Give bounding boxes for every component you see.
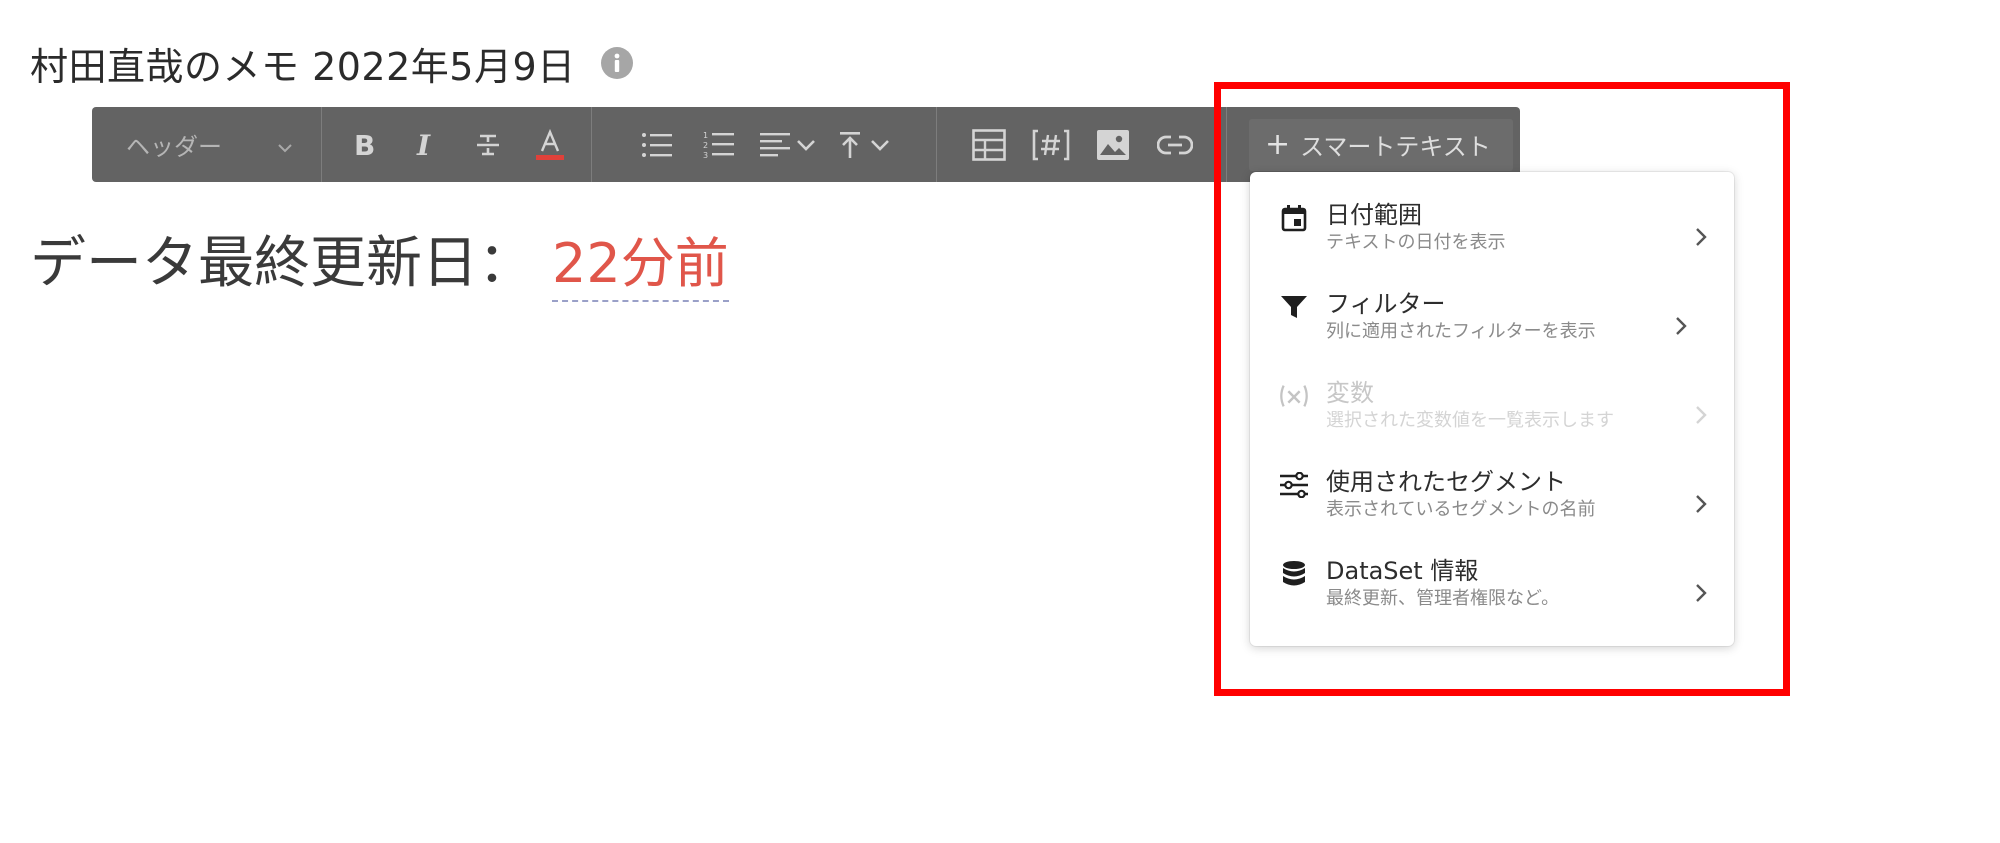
smart-text-dropdown: 日付範囲 テキストの日付を表示 フィルター 列に適用されたフィルターを表示 変数… <box>1250 172 1734 646</box>
menu-item-desc: テキストの日付を表示 <box>1326 232 1506 253</box>
bold-icon: B <box>354 130 375 160</box>
svg-text:2: 2 <box>703 141 708 150</box>
chevron-right-icon <box>1696 495 1707 513</box>
insert-link-button[interactable] <box>1144 107 1206 182</box>
menu-item-label: 日付範囲 <box>1326 201 1422 229</box>
chevron-right-icon <box>1676 317 1687 335</box>
insert-variable-button[interactable] <box>1020 107 1082 182</box>
strikethrough-button[interactable] <box>457 107 519 182</box>
sliders-icon <box>1278 469 1310 501</box>
menu-item-desc: 表示されているセグメントの名前 <box>1326 499 1596 520</box>
menu-item-label: DataSet 情報 <box>1326 557 1479 585</box>
chevron-down-icon <box>871 139 889 151</box>
menu-item-filter[interactable]: フィルター 列に適用されたフィルターを表示 <box>1250 281 1734 370</box>
numbered-list-icon: 1 2 3 <box>703 131 734 160</box>
bullet-list-icon <box>642 132 672 157</box>
header-select[interactable]: ヘッダー <box>92 107 322 182</box>
text-color-button[interactable] <box>519 107 581 182</box>
calendar-icon <box>1278 202 1310 234</box>
hash-bracket-icon <box>1032 129 1069 160</box>
menu-item-label: 使用されたセグメント <box>1326 468 1566 496</box>
bold-button[interactable]: B <box>333 107 395 182</box>
smart-text-label: スマートテキスト <box>1300 133 1491 161</box>
smart-text-button[interactable]: + スマートテキスト <box>1249 118 1513 171</box>
content-label: データ最終更新日： <box>30 231 534 296</box>
editor-toolbar: ヘッダー B I 1 2 3 + スマートテキスト <box>92 107 1520 182</box>
format-group: B I <box>322 107 592 182</box>
align-dropdown-button[interactable] <box>750 107 826 182</box>
menu-item-label: 変数 <box>1326 379 1374 407</box>
insert-image-button[interactable] <box>1082 107 1144 182</box>
svg-text:B: B <box>354 130 375 160</box>
svg-text:1: 1 <box>703 131 708 140</box>
page-title: 村田直哉のメモ 2022年5月9日 <box>30 44 576 89</box>
menu-item-desc: 列に適用されたフィルターを表示 <box>1326 321 1596 342</box>
chevron-down-icon <box>277 131 293 159</box>
table-icon <box>971 128 1006 161</box>
smart-text-group: + スマートテキスト <box>1227 107 1520 182</box>
image-icon <box>1096 129 1129 160</box>
insert-group <box>937 107 1227 182</box>
link-icon <box>1156 135 1193 154</box>
svg-text:3: 3 <box>703 151 708 160</box>
vertical-align-dropdown-button[interactable] <box>826 107 902 182</box>
info-icon[interactable] <box>600 46 634 80</box>
align-left-icon <box>760 132 790 156</box>
strikethrough-icon <box>476 134 499 155</box>
numbered-list-button[interactable]: 1 2 3 <box>688 107 750 182</box>
italic-icon: I <box>416 130 431 160</box>
smart-text-value[interactable]: 22分前 <box>552 219 729 302</box>
menu-item-label: フィルター <box>1326 290 1446 318</box>
header-select-label: ヘッダー <box>126 133 222 161</box>
svg-text:I: I <box>416 130 431 160</box>
vertical-align-top-icon <box>840 131 860 158</box>
menu-item-dataset-info[interactable]: DataSet 情報 最終更新、管理者権限など。 <box>1250 548 1734 637</box>
italic-button[interactable]: I <box>395 107 457 182</box>
plus-icon: + <box>1265 126 1291 162</box>
chevron-right-icon <box>1696 228 1707 246</box>
text-color-icon <box>535 128 564 160</box>
menu-item-variable: 変数 選択された変数値を一覧表示します <box>1250 370 1734 459</box>
chevron-right-icon <box>1696 406 1707 424</box>
bullet-list-button[interactable] <box>626 107 688 182</box>
menu-item-date-range[interactable]: 日付範囲 テキストの日付を表示 <box>1250 192 1734 281</box>
menu-item-segments[interactable]: 使用されたセグメント 表示されているセグメントの名前 <box>1250 459 1734 548</box>
insert-table-button[interactable] <box>958 107 1020 182</box>
chevron-right-icon <box>1696 584 1707 602</box>
menu-item-desc: 選択された変数値を一覧表示します <box>1326 410 1614 431</box>
variable-icon <box>1278 380 1310 412</box>
filter-icon <box>1278 291 1310 323</box>
database-icon <box>1278 558 1310 590</box>
title-row: 村田直哉のメモ 2022年5月9日 <box>30 36 634 90</box>
content-line: データ最終更新日： 22分前 <box>30 218 729 302</box>
menu-item-desc: 最終更新、管理者権限など。 <box>1326 588 1560 609</box>
list-group: 1 2 3 <box>592 107 937 182</box>
chevron-down-icon <box>797 139 815 151</box>
